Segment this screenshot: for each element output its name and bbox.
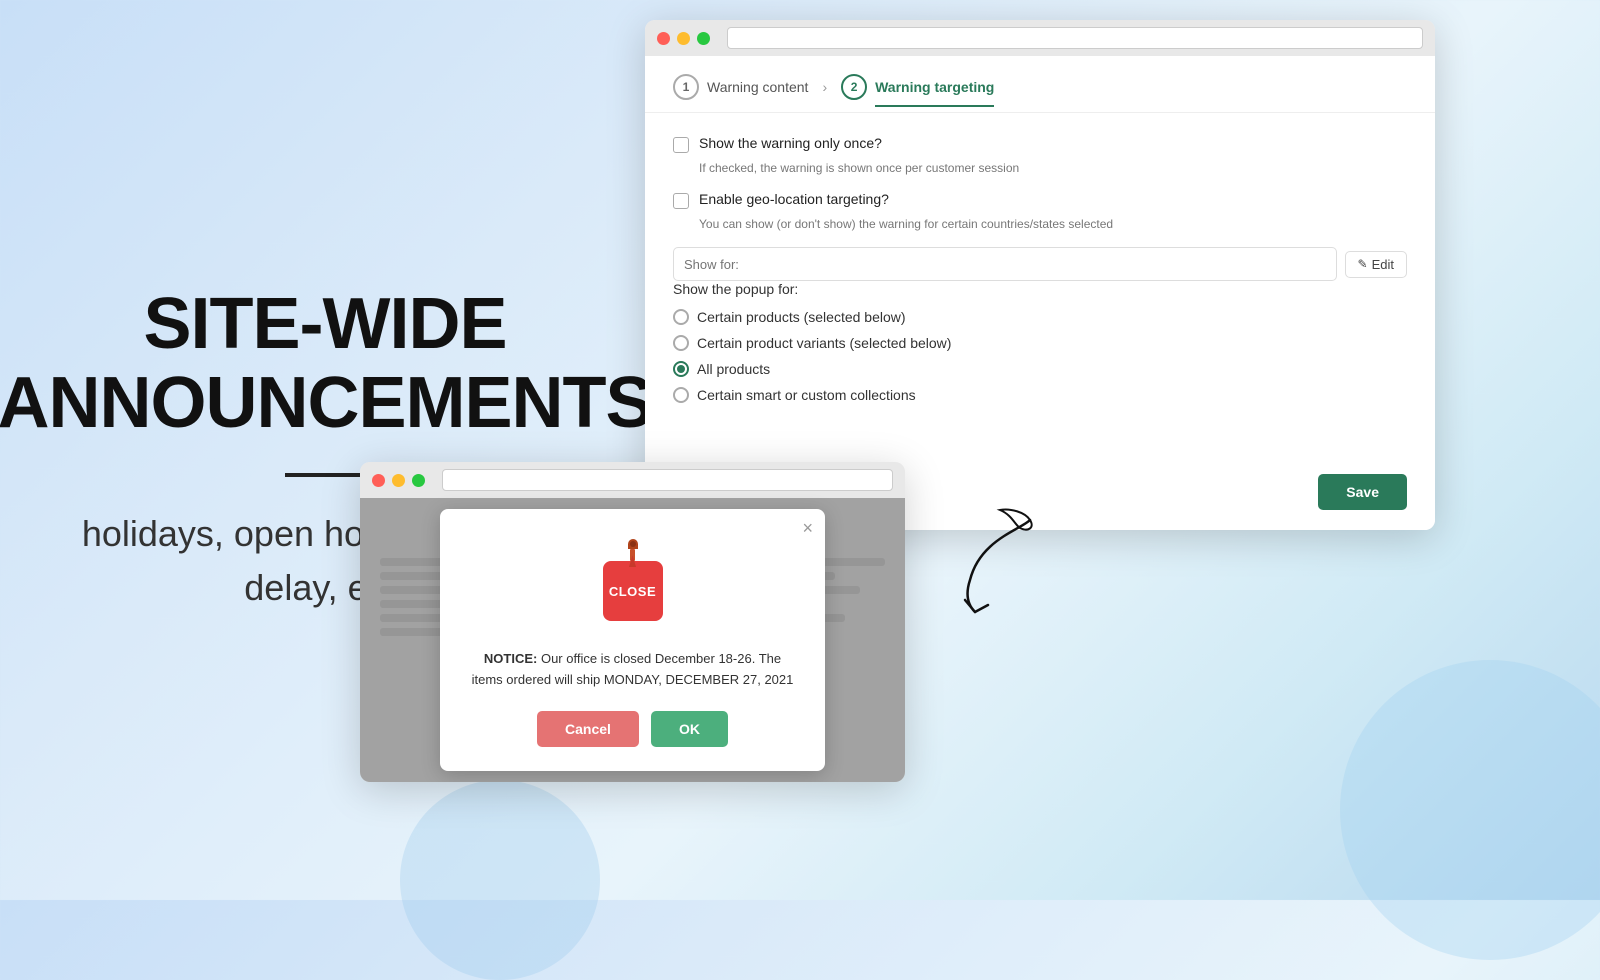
edit-button[interactable]: ✎ Edit (1345, 251, 1407, 278)
radio-certain-variants-button[interactable] (673, 335, 689, 351)
step-arrow: › (822, 79, 827, 107)
close-dot[interactable] (657, 32, 670, 45)
show-once-label: Show the warning only once? (699, 135, 882, 151)
demo-titlebar (360, 462, 905, 498)
arrow-annotation (940, 500, 1060, 620)
steps-navigation: 1 Warning content › 2 Warning targeting (645, 56, 1435, 113)
radio-all-products-button[interactable] (673, 361, 689, 377)
minimize-dot[interactable] (677, 32, 690, 45)
title-divider (285, 473, 365, 477)
demo-maximize-dot[interactable] (412, 474, 425, 487)
geo-targeting-checkbox[interactable] (673, 193, 689, 209)
radio-certain-products-button[interactable] (673, 309, 689, 325)
deco-circle-br (1340, 660, 1600, 960)
modal-box: × CLOSE NOTICE: Our office is closed Dec… (440, 509, 825, 771)
demo-urlbar[interactable] (442, 469, 893, 491)
radio-collections-label: Certain smart or custom collections (697, 387, 916, 403)
pencil-icon: ✎ (1358, 257, 1368, 271)
geo-targeting-desc: You can show (or don't show) the warning… (699, 217, 1407, 231)
step-2-item[interactable]: 2 Warning targeting (841, 74, 994, 112)
notice-bold: NOTICE: (484, 651, 537, 666)
show-for-input[interactable] (673, 247, 1337, 281)
radio-list: Certain products (selected below) Certai… (673, 309, 1407, 403)
step-2-label: Warning targeting (875, 79, 994, 107)
radio-collections[interactable]: Certain smart or custom collections (673, 387, 1407, 403)
radio-collections-button[interactable] (673, 387, 689, 403)
title-line2: ANNOUNCEMENTS (0, 363, 653, 443)
step-1-item[interactable]: 1 Warning content (673, 74, 808, 112)
modal-overlay: × CLOSE NOTICE: Our office is closed Dec… (360, 498, 905, 782)
show-once-checkbox[interactable] (673, 137, 689, 153)
radio-certain-variants-label: Certain product variants (selected below… (697, 335, 951, 351)
admin-browser-content: 1 Warning content › 2 Warning targeting … (645, 56, 1435, 530)
geo-targeting-row: Enable geo-location targeting? (673, 191, 1407, 209)
radio-all-products[interactable]: All products (673, 361, 1407, 377)
save-button[interactable]: Save (1318, 474, 1407, 510)
save-area: Save (1318, 474, 1407, 510)
demo-browser-window: × CLOSE NOTICE: Our office is closed Dec… (360, 462, 905, 782)
close-sign-icon: CLOSE (603, 561, 663, 621)
radio-all-products-label: All products (697, 361, 770, 377)
cancel-button[interactable]: Cancel (537, 711, 639, 747)
show-once-desc: If checked, the warning is shown once pe… (699, 161, 1407, 175)
ok-button[interactable]: OK (651, 711, 728, 747)
admin-browser-window: 1 Warning content › 2 Warning targeting … (645, 20, 1435, 530)
step-2-circle: 2 (841, 74, 867, 100)
popup-for-label: Show the popup for: (673, 281, 1407, 297)
title-line1: SITE-WIDE (144, 284, 507, 364)
radio-certain-variants[interactable]: Certain product variants (selected below… (673, 335, 1407, 351)
step-1-circle: 1 (673, 74, 699, 100)
radio-certain-products[interactable]: Certain products (selected below) (673, 309, 1407, 325)
demo-close-dot[interactable] (372, 474, 385, 487)
radio-certain-products-label: Certain products (selected below) (697, 309, 906, 325)
admin-titlebar (645, 20, 1435, 56)
admin-urlbar[interactable] (727, 27, 1423, 49)
modal-notice: NOTICE: Our office is closed December 18… (468, 649, 797, 691)
step-1-label: Warning content (707, 79, 808, 95)
admin-body: Show the warning only once? If checked, … (645, 113, 1435, 425)
close-sign-text: CLOSE (609, 584, 656, 599)
modal-close-button[interactable]: × (802, 519, 813, 537)
maximize-dot[interactable] (697, 32, 710, 45)
main-title: SITE-WIDE ANNOUNCEMENTS (0, 285, 653, 443)
show-once-row: Show the warning only once? (673, 135, 1407, 153)
demo-minimize-dot[interactable] (392, 474, 405, 487)
geo-targeting-label: Enable geo-location targeting? (699, 191, 889, 207)
modal-buttons: Cancel OK (468, 711, 797, 747)
show-for-row: ✎ Edit (673, 247, 1407, 281)
radio-all-products-inner (677, 365, 685, 373)
